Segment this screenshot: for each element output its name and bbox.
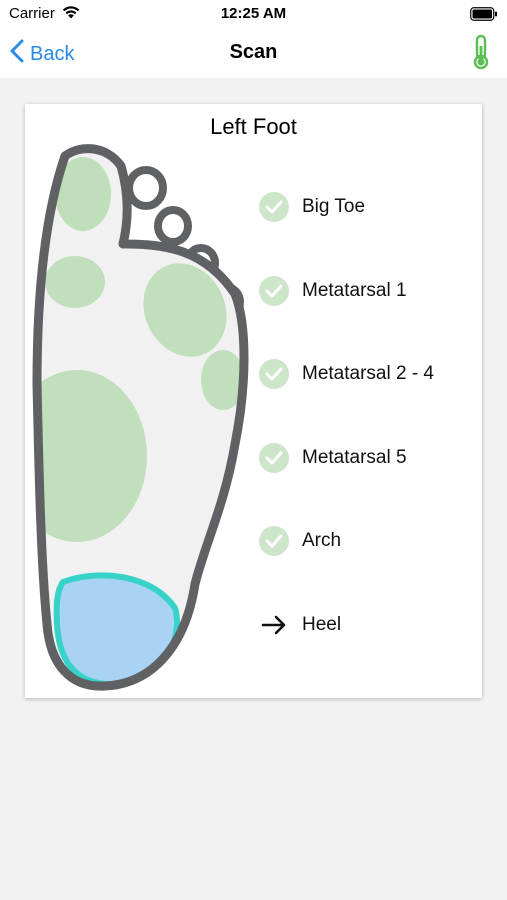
- foot-scan-card: Left Foot Big Toe Metatarsal 1 Metatarsa…: [25, 104, 482, 698]
- region-label: Metatarsal 1: [302, 280, 407, 301]
- region-label: Heel: [302, 614, 342, 635]
- thermometer-icon: [471, 34, 491, 74]
- region-label: Metatarsal 2 - 4: [302, 363, 434, 384]
- arrow-right-icon: [259, 610, 289, 640]
- region-item-metatarsal-2-4[interactable]: Metatarsal 2 - 4: [259, 357, 434, 391]
- battery-icon: [470, 7, 498, 26]
- region-item-arch[interactable]: Arch: [259, 524, 341, 558]
- region-item-metatarsal-5[interactable]: Metatarsal 5: [259, 441, 407, 475]
- check-icon: [259, 526, 289, 556]
- navigation-bar: Back Scan: [0, 30, 507, 78]
- check-icon: [259, 443, 289, 473]
- status-bar: Carrier 12:25 AM: [0, 0, 507, 30]
- page-title: Scan: [229, 41, 278, 63]
- region-label: Metatarsal 5: [302, 447, 407, 468]
- region-item-heel[interactable]: Heel: [259, 608, 341, 642]
- clock: 12:25 AM: [220, 5, 287, 22]
- check-icon: [259, 359, 289, 389]
- region-label: Big Toe: [302, 196, 366, 217]
- region-item-big-toe[interactable]: Big Toe: [259, 190, 365, 224]
- region-label: Arch: [302, 530, 342, 551]
- foot-diagram: [32, 144, 249, 691]
- toe-3[interactable]: [154, 206, 192, 246]
- check-icon: [259, 192, 289, 222]
- metatarsal-1-region[interactable]: [45, 256, 105, 308]
- toe-2[interactable]: [125, 166, 167, 210]
- thermometer-button[interactable]: [471, 34, 491, 75]
- check-icon: [259, 276, 289, 306]
- region-item-metatarsal-1[interactable]: Metatarsal 1: [259, 274, 407, 308]
